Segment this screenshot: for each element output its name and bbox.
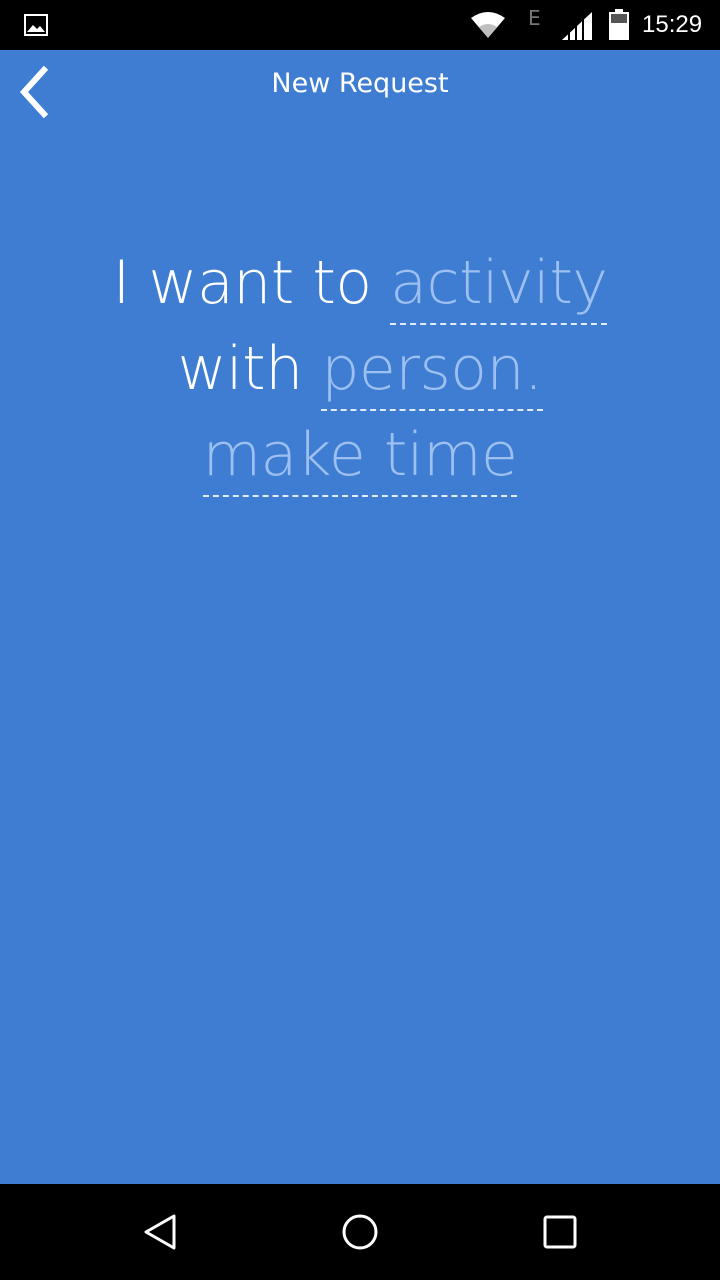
- time-field[interactable]: make time: [202, 415, 518, 497]
- request-sentence: I want to activity with person. make tim…: [0, 240, 720, 498]
- gallery-icon: [24, 14, 48, 36]
- sentence-line-person: with person.: [0, 326, 720, 412]
- clock: 15:29: [642, 11, 703, 38]
- sentence-prefix-with: with: [177, 334, 303, 404]
- battery-icon: [609, 9, 629, 40]
- page-title: New Request: [271, 68, 449, 99]
- app-bar: New Request: [0, 50, 720, 136]
- recents-square-icon[interactable]: [540, 1212, 580, 1252]
- sentence-line-activity: I want to activity: [0, 240, 720, 326]
- person-field[interactable]: person.: [321, 329, 543, 411]
- navigation-bar: [0, 1184, 720, 1280]
- status-bar: E 15:29: [0, 0, 720, 50]
- home-circle-icon[interactable]: [340, 1212, 380, 1252]
- wifi-icon: [471, 12, 505, 38]
- back-triangle-icon[interactable]: [140, 1212, 180, 1252]
- network-type-label: E: [528, 6, 541, 30]
- sentence-line-time: make time: [0, 412, 720, 498]
- activity-field[interactable]: activity: [390, 243, 608, 325]
- sentence-prefix-want: I want to: [112, 248, 372, 318]
- signal-icon: [562, 12, 592, 41]
